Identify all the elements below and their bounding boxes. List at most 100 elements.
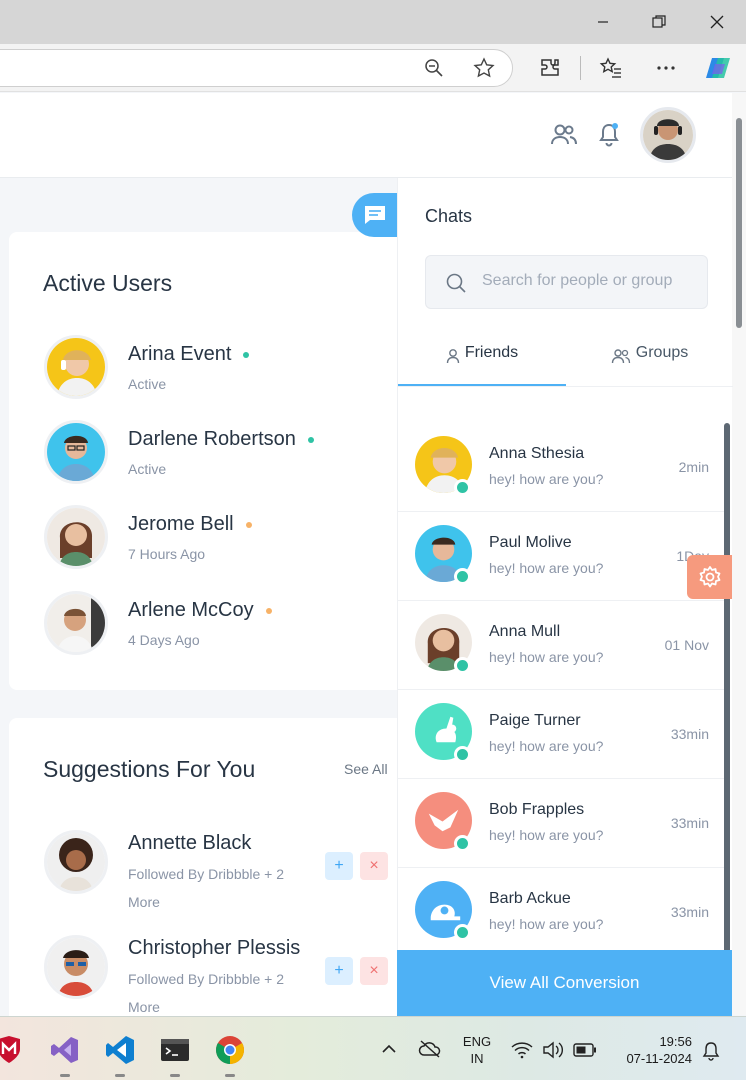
- visual-studio-icon[interactable]: [48, 1033, 82, 1077]
- wifi-icon[interactable]: [511, 1041, 533, 1064]
- favorite-star-icon[interactable]: [470, 54, 498, 82]
- suggestion-row: Annette Black Followed By Dribbble + 2 M…: [44, 830, 390, 910]
- tab-label: Groups: [635, 344, 689, 361]
- extensions-icon[interactable]: [536, 54, 564, 82]
- chat-contact-name: Anna Sthesia: [489, 445, 585, 462]
- language-indicator[interactable]: ENG IN: [458, 1033, 496, 1067]
- avatar: [44, 591, 108, 655]
- chat-item[interactable]: Anna Mull hey! how are you? 01 Nov: [398, 601, 725, 690]
- gear-icon: [699, 566, 720, 588]
- chat-panel-title: Chats: [425, 206, 473, 226]
- chat-item[interactable]: Anna Sthesia hey! how are you? 2min: [398, 423, 725, 512]
- add-friend-button[interactable]: +: [325, 852, 353, 880]
- chat-item[interactable]: Bob Frapples hey! how are you? 33min: [398, 779, 725, 868]
- battery-icon[interactable]: [573, 1043, 597, 1062]
- user-name: Arlene McCoy: [128, 599, 272, 622]
- clock-time: 19:56: [659, 1034, 692, 1049]
- user-name: Jerome Bell: [128, 513, 252, 536]
- suggestion-name: Christopher Plessis: [128, 937, 301, 959]
- chat-panel: Chats Friends Groups Anna Sthesia hey! h…: [397, 178, 733, 1016]
- chat-search-box: [425, 255, 708, 309]
- avatar: [44, 830, 108, 894]
- chat-last-message: hey! how are you?: [489, 560, 604, 576]
- avatar: [44, 335, 108, 399]
- user-name: Darlene Robertson: [128, 428, 314, 451]
- online-indicator: [454, 568, 471, 585]
- chat-search-input[interactable]: [482, 272, 697, 290]
- chat-toggle-button[interactable]: [352, 193, 398, 237]
- dismiss-suggestion-button[interactable]: ×: [360, 957, 388, 985]
- active-user-row[interactable]: Arina Event Active: [44, 335, 384, 401]
- online-indicator: [454, 479, 471, 496]
- vscode-icon[interactable]: [103, 1033, 137, 1077]
- close-icon: [710, 15, 724, 29]
- chat-last-message: hey! how are you?: [489, 738, 604, 754]
- active-user-row[interactable]: Darlene Robertson Active: [44, 420, 384, 486]
- chat-item[interactable]: Paige Turner hey! how are you? 33min: [398, 690, 725, 779]
- user-icon: [446, 349, 460, 364]
- page-scrollbar-thumb[interactable]: [736, 118, 742, 328]
- restore-icon: [652, 15, 666, 28]
- see-all-link[interactable]: See All: [344, 761, 388, 777]
- tabs-divider: [398, 386, 733, 387]
- copilot-icon[interactable]: [704, 54, 732, 82]
- volume-icon[interactable]: [542, 1041, 564, 1064]
- chat-contact-name: Anna Mull: [489, 623, 561, 640]
- user-name: Arina Event: [128, 343, 250, 366]
- online-indicator: [454, 657, 471, 674]
- terminal-icon[interactable]: [158, 1033, 192, 1077]
- chat-time: 33min: [670, 726, 709, 742]
- keyboard-region: IN: [470, 1051, 484, 1066]
- tab-friends[interactable]: Friends: [398, 344, 566, 386]
- users-icon[interactable]: [550, 123, 578, 152]
- chrome-icon[interactable]: [213, 1033, 247, 1077]
- dismiss-suggestion-button[interactable]: ×: [360, 852, 388, 880]
- restore-button[interactable]: [644, 8, 674, 36]
- clock[interactable]: 19:56 07-11-2024: [608, 1033, 692, 1067]
- chat-item[interactable]: Barb Ackue hey! how are you? 33min: [398, 868, 725, 957]
- toolbar-divider: [580, 56, 581, 80]
- favorites-icon[interactable]: [597, 54, 625, 82]
- chat-list-scrollbar-thumb[interactable]: [724, 423, 730, 963]
- user-status: 7 Hours Ago: [128, 546, 206, 562]
- chat-list-scrollbar[interactable]: [724, 423, 732, 963]
- chat-time: 01 Nov: [664, 637, 709, 653]
- chat-item[interactable]: Paul Molive hey! how are you? 1Day: [398, 512, 725, 601]
- more-menu-icon[interactable]: [652, 54, 680, 82]
- chat-last-message: hey! how are you?: [489, 827, 604, 843]
- chevron-up-icon[interactable]: [381, 1042, 397, 1060]
- page-scrollbar[interactable]: [732, 93, 746, 1015]
- language-code: ENG: [462, 1034, 492, 1049]
- avatar: [44, 420, 108, 484]
- close-button[interactable]: [702, 8, 732, 36]
- onedrive-offline-icon[interactable]: [418, 1039, 442, 1064]
- avatar: [44, 505, 108, 569]
- minimize-button[interactable]: [588, 8, 618, 36]
- chat-time: 33min: [670, 815, 709, 831]
- online-indicator: [454, 924, 471, 941]
- tab-groups[interactable]: Groups: [566, 344, 733, 386]
- online-indicator: [454, 835, 471, 852]
- taskbar: ENG IN 19:56 07-11-2024: [0, 1016, 746, 1080]
- chat-contact-name: Barb Ackue: [489, 890, 571, 907]
- view-all-conversations-button[interactable]: View All Conversion: [397, 950, 732, 1016]
- suggestion-subtitle: Followed By Dribbble + 2 More: [128, 866, 285, 910]
- notification-bell-icon[interactable]: [701, 1041, 721, 1066]
- suggestions-title: Suggestions For You: [43, 756, 256, 782]
- suggestion-subtitle: Followed By Dribbble + 2 More: [128, 971, 285, 1015]
- add-friend-button[interactable]: +: [325, 957, 353, 985]
- message-icon: [365, 206, 385, 224]
- browser-toolbar: [0, 44, 746, 92]
- clock-date: 07-11-2024: [626, 1051, 692, 1066]
- bell-icon[interactable]: [596, 122, 622, 153]
- online-indicator: [454, 746, 471, 763]
- profile-avatar[interactable]: [640, 107, 696, 163]
- zoom-out-icon[interactable]: [420, 54, 448, 82]
- settings-button[interactable]: [687, 555, 732, 599]
- user-status: Active: [128, 376, 167, 392]
- active-user-row[interactable]: Jerome Bell 7 Hours Ago: [44, 505, 384, 571]
- address-bar[interactable]: [0, 49, 513, 87]
- active-user-row[interactable]: Arlene McCoy 4 Days Ago: [44, 591, 384, 657]
- mcafee-icon[interactable]: [0, 1033, 26, 1067]
- chat-contact-name: Paul Molive: [489, 534, 572, 551]
